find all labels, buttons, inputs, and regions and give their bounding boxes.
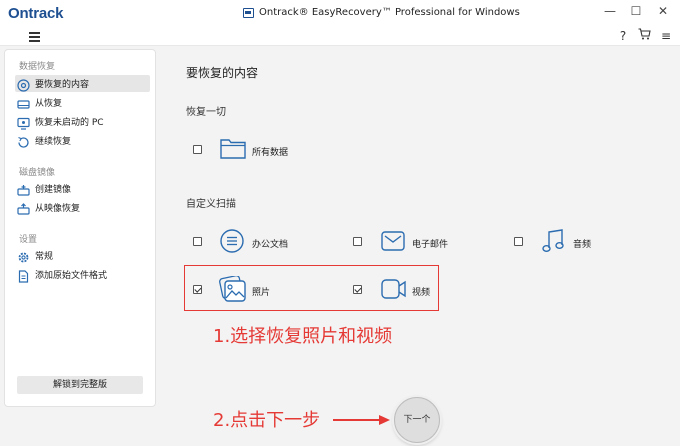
sidebar-item-resume-recovery[interactable]: 继续恢复: [15, 132, 150, 149]
sidebar-item-label: 恢复未启动的 PC: [35, 118, 104, 128]
menu-lines-icon[interactable]: ≡: [659, 28, 673, 44]
title-bar: Ontrack Ontrack® EasyRecovery™ Professio…: [0, 0, 680, 28]
app-icon: [243, 8, 254, 18]
sidebar-item-label: 要恢复的内容: [35, 80, 90, 90]
unlock-full-version-button[interactable]: 解锁到完整版: [17, 376, 143, 394]
sidebar-item-add-raw-format[interactable]: 添加原始文件格式: [15, 266, 150, 283]
window-title: Ontrack® EasyRecovery™ Professional for …: [259, 7, 520, 18]
all-data-label: 所有数据: [252, 148, 289, 158]
sidebar: 数据恢复 要恢复的内容 从恢复 恢复未启动的 PC 继续恢复 磁盘镜像 创建镜像: [4, 49, 156, 407]
sidebar-item-label: 从恢复: [35, 99, 63, 109]
all-data-checkbox[interactable]: [193, 145, 202, 154]
monitor-icon: [17, 115, 30, 130]
sidebar-item-recover-from[interactable]: 从恢复: [15, 94, 150, 111]
add-file-icon: [17, 268, 30, 283]
ontrack-logo: Ontrack: [8, 5, 64, 22]
next-button[interactable]: 下一个: [394, 397, 440, 443]
sidebar-item-general[interactable]: 常规: [15, 247, 150, 264]
restore-image-icon: [17, 201, 30, 215]
sidebar-item-label: 创建镜像: [35, 185, 72, 195]
resume-icon: [17, 134, 30, 148]
toolbar: ? ≡: [0, 28, 680, 46]
drive-icon: [17, 96, 30, 109]
sidebar-item-label: 从映像恢复: [35, 204, 81, 214]
sidebar-item-label: 常规: [35, 252, 54, 262]
annotation-arrow-icon: [333, 411, 391, 430]
folder-icon: [220, 137, 246, 163]
annotation-highlight-box: [184, 265, 439, 311]
help-icon[interactable]: ?: [616, 28, 630, 44]
office-documents-checkbox[interactable]: [193, 237, 202, 246]
office-documents-label: 办公文档: [252, 240, 289, 250]
sidebar-item-restore-from-image[interactable]: 从映像恢复: [15, 199, 150, 216]
audio-checkbox[interactable]: [514, 237, 523, 246]
recover-everything-heading: 恢复一切: [186, 107, 226, 118]
page-title: 要恢复的内容: [186, 66, 259, 80]
document-icon: [220, 229, 244, 257]
music-icon: [542, 229, 564, 257]
annotation-step-1: 1.选择恢复照片和视频: [213, 326, 393, 347]
sidebar-item-recover-unbootable-pc[interactable]: 恢复未启动的 PC: [15, 113, 150, 130]
close-button[interactable]: ✕: [655, 4, 671, 18]
create-image-icon: [17, 182, 30, 196]
email-checkbox[interactable]: [353, 237, 362, 246]
sidebar-item-create-image[interactable]: 创建镜像: [15, 180, 150, 197]
section-label-settings: 设置: [19, 235, 38, 245]
gear-icon: [17, 249, 30, 263]
section-label-data-recovery: 数据恢复: [19, 62, 56, 72]
minimize-button[interactable]: —: [602, 4, 618, 18]
audio-label: 音频: [573, 240, 592, 250]
search-disk-icon: [17, 77, 30, 92]
sidebar-item-what-to-recover[interactable]: 要恢复的内容: [15, 75, 150, 92]
menu-icon[interactable]: [29, 30, 41, 42]
email-icon: [381, 231, 405, 255]
sidebar-item-label: 继续恢复: [35, 137, 72, 147]
cart-icon[interactable]: [637, 28, 651, 44]
main-panel: 要恢复的内容 恢复一切 所有数据 自定义扫描 办公文档 电子邮件 音频 照片 视…: [160, 49, 676, 429]
email-label: 电子邮件: [412, 240, 449, 250]
custom-scan-heading: 自定义扫描: [186, 199, 236, 210]
maximize-button[interactable]: ☐: [628, 4, 644, 18]
sidebar-item-label: 添加原始文件格式: [35, 271, 108, 281]
annotation-step-2: 2.点击下一步: [213, 410, 321, 431]
section-label-disk-image: 磁盘镜像: [19, 168, 56, 178]
